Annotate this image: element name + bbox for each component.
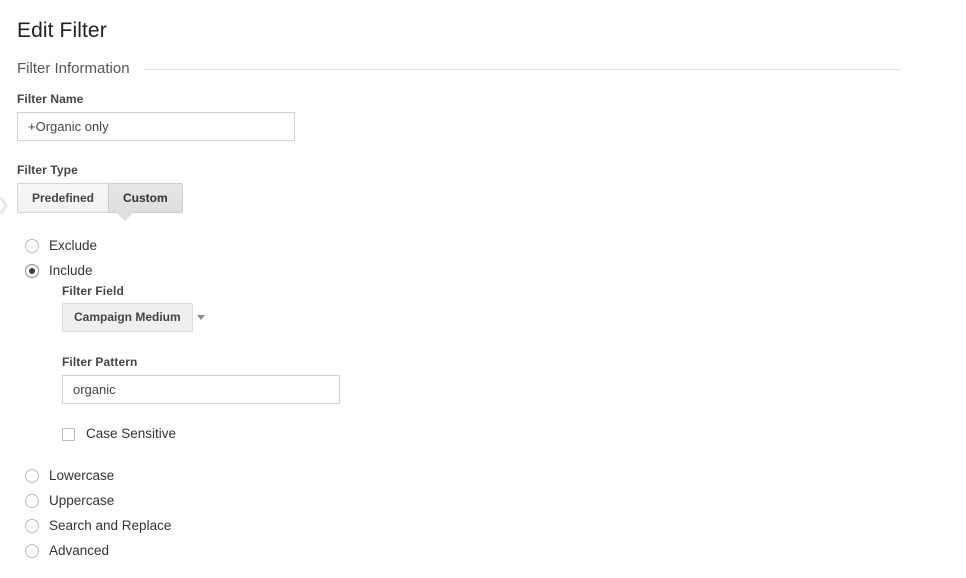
edit-filter-page: Edit Filter Filter Information Filter Na…: [0, 0, 966, 578]
radio-row-exclude[interactable]: Exclude: [25, 237, 97, 255]
page-title: Edit Filter: [17, 19, 107, 42]
radio-label-search-and-replace: Search and Replace: [49, 518, 172, 533]
tab-predefined[interactable]: Predefined: [17, 183, 109, 213]
filter-name-input[interactable]: [17, 112, 295, 141]
radio-label-uppercase: Uppercase: [49, 493, 115, 508]
radio-search-and-replace[interactable]: [25, 519, 39, 533]
filter-type-tabs: Predefined Custom: [17, 183, 183, 213]
filter-pattern-input[interactable]: [62, 375, 340, 404]
tab-pointer-icon: [116, 212, 134, 221]
radio-row-lowercase[interactable]: Lowercase: [25, 467, 114, 485]
filter-field-dropdown[interactable]: Campaign Medium: [62, 303, 205, 332]
case-sensitive-label: Case Sensitive: [86, 426, 177, 441]
case-sensitive-checkbox[interactable]: [62, 427, 75, 441]
radio-uppercase[interactable]: [25, 494, 39, 508]
section-divider: [143, 68, 899, 70]
radio-label-include: Include: [49, 263, 93, 278]
case-sensitive-row[interactable]: Case Sensitive: [62, 425, 176, 443]
radio-include[interactable]: [25, 264, 39, 278]
radio-row-search-and-replace[interactable]: Search and Replace: [25, 517, 171, 535]
chevron-down-icon: [196, 315, 205, 320]
filter-pattern-label: Filter Pattern: [62, 355, 138, 369]
radio-label-exclude: Exclude: [49, 238, 98, 253]
radio-label-lowercase: Lowercase: [49, 468, 115, 483]
filter-field-value: Campaign Medium: [74, 310, 181, 324]
filter-field-label: Filter Field: [62, 284, 124, 298]
edge-chevron-icon: ❯: [0, 196, 10, 213]
radio-label-advanced: Advanced: [49, 543, 110, 558]
radio-row-advanced[interactable]: Advanced: [25, 542, 109, 560]
filter-type-label: Filter Type: [17, 163, 78, 177]
radio-lowercase[interactable]: [25, 469, 39, 483]
radio-row-include[interactable]: Include: [25, 262, 93, 280]
radio-advanced[interactable]: [25, 544, 39, 558]
radio-exclude[interactable]: [25, 239, 39, 253]
radio-row-uppercase[interactable]: Uppercase: [25, 492, 114, 510]
filter-name-label: Filter Name: [17, 92, 84, 106]
section-title: Filter Information: [17, 60, 130, 77]
section-header: Filter Information: [17, 60, 899, 78]
tab-custom[interactable]: Custom: [108, 183, 183, 213]
